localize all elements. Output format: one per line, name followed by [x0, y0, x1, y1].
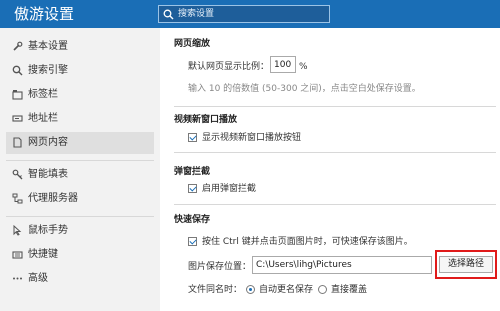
- sidebar-divider: [6, 216, 154, 217]
- sidebar-item-label: 搜索引擎: [28, 65, 68, 76]
- sidebar-item-advanced[interactable]: 高级: [6, 268, 154, 290]
- save-path-label: 图片保存位置：: [188, 262, 252, 272]
- more-icon: [13, 277, 22, 280]
- save-path-input[interactable]: C:\Users\lihg\Pictures: [252, 256, 432, 274]
- sidebar-item-shortcuts[interactable]: 快捷键: [6, 244, 154, 266]
- popup-block-checkbox[interactable]: [188, 184, 197, 193]
- sidebar-item-label: 高级: [28, 273, 48, 284]
- rename-radio[interactable]: [246, 285, 255, 294]
- quicksave-label: 按住 Ctrl 键并点击页面图片时，可快速保存该图片。: [202, 237, 413, 247]
- sidebar-item-proxy[interactable]: 代理服务器: [6, 188, 154, 210]
- search-icon: [12, 65, 23, 76]
- section-divider: [174, 204, 496, 205]
- document-icon: [13, 137, 22, 148]
- rename-option-label: 自动更名保存: [259, 285, 314, 295]
- overwrite-radio[interactable]: [318, 285, 327, 294]
- section-divider: [174, 152, 496, 153]
- section-title-zoom: 网页缩放: [174, 39, 211, 49]
- sidebar-item-label: 快捷键: [28, 249, 58, 260]
- zoom-label: 默认网页显示比例：: [188, 62, 270, 72]
- key-icon: [12, 169, 23, 180]
- sidebar-item-mouse-gesture[interactable]: 鼠标手势: [6, 220, 154, 242]
- tabs-icon: [12, 90, 23, 100]
- settings-content: 网页缩放 默认网页显示比例： 100 % 输入 10 的倍数值 (50-300 …: [160, 28, 500, 311]
- search-icon: [163, 9, 174, 20]
- network-icon: [12, 193, 23, 204]
- sidebar-item-label: 基本设置: [28, 41, 68, 52]
- sidebar-item-label: 地址栏: [28, 113, 58, 124]
- zoom-unit: %: [299, 62, 308, 72]
- choose-path-button[interactable]: 选择路径: [439, 256, 493, 273]
- sidebar-item-label: 智能填表: [28, 169, 68, 180]
- quicksave-checkbox[interactable]: [188, 237, 197, 246]
- sidebar-item-basic[interactable]: 基本设置: [6, 36, 154, 58]
- address-bar-icon: [12, 115, 23, 122]
- sidebar: 基本设置 搜索引擎 标签栏 地址栏 网页内容 智能填表 代理服务器 鼠标手势 快…: [0, 28, 160, 311]
- section-divider: [174, 106, 496, 107]
- header-bar: 傲游设置 搜索设置: [0, 0, 500, 28]
- sidebar-item-label: 网页内容: [28, 137, 68, 148]
- page-title: 傲游设置: [14, 5, 75, 23]
- keyboard-icon: [12, 251, 23, 259]
- search-input[interactable]: 搜索设置: [158, 5, 330, 23]
- sidebar-item-search-engine[interactable]: 搜索引擎: [6, 60, 154, 82]
- section-title-popup: 弹窗拦截: [174, 167, 211, 177]
- mouse-icon: [13, 225, 22, 236]
- zoom-input[interactable]: 100: [270, 56, 296, 73]
- sidebar-item-autofill[interactable]: 智能填表: [6, 164, 154, 186]
- search-placeholder: 搜索设置: [178, 9, 215, 19]
- sidebar-item-label: 标签栏: [28, 89, 58, 100]
- wrench-icon: [13, 41, 23, 51]
- section-title-quicksave: 快速保存: [174, 215, 211, 225]
- zoom-hint: 输入 10 的倍数值 (50-300 之间)，点击空白处保存设置。: [188, 84, 421, 94]
- section-title-video: 视频新窗口播放: [174, 115, 238, 125]
- sidebar-item-label: 鼠标手势: [28, 225, 68, 236]
- video-popout-label: 显示视频新窗口播放按钮: [202, 133, 302, 143]
- overwrite-option-label: 直接覆盖: [331, 285, 368, 295]
- video-popout-checkbox[interactable]: [188, 133, 197, 142]
- duplicate-name-label: 文件同名时：: [188, 285, 243, 295]
- sidebar-item-address-bar[interactable]: 地址栏: [6, 108, 154, 130]
- popup-block-label: 启用弹窗拦截: [202, 184, 257, 194]
- sidebar-item-label: 代理服务器: [28, 193, 78, 204]
- sidebar-item-web-content[interactable]: 网页内容: [6, 132, 154, 154]
- sidebar-divider: [6, 160, 154, 161]
- sidebar-item-tabs[interactable]: 标签栏: [6, 84, 154, 106]
